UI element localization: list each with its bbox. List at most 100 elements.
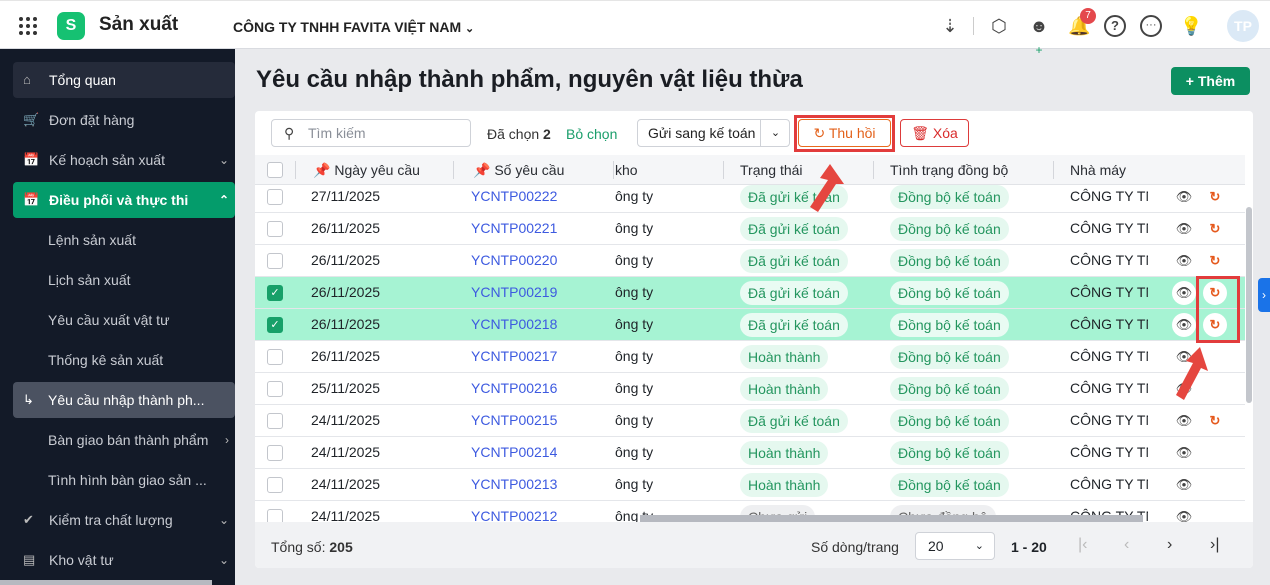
table-row[interactable]: 26/11/2025 YCNTP00217 ông ty Hoàn thành … bbox=[255, 341, 1245, 373]
row-checkbox[interactable] bbox=[267, 221, 283, 237]
table-row[interactable]: 24/11/2025 YCNTP00214 ông ty Hoàn thành … bbox=[255, 437, 1245, 469]
column-header-warehouse[interactable]: kho bbox=[615, 162, 638, 178]
view-icon[interactable]: 👁 bbox=[1172, 441, 1196, 465]
next-page-icon[interactable]: › bbox=[1167, 536, 1172, 554]
revoke-icon[interactable]: ↻ bbox=[1203, 217, 1227, 241]
sidebar-item-material-issue[interactable]: Yêu cầu xuất vật tư bbox=[13, 302, 235, 338]
request-code-link[interactable]: YCNTP00219 bbox=[471, 277, 557, 308]
table-row[interactable]: 24/11/2025 YCNTP00213 ông ty Hoàn thành … bbox=[255, 469, 1245, 501]
column-header-status[interactable]: Trạng thái bbox=[740, 162, 803, 178]
table-row[interactable]: 27/11/2025 YCNTP00222 ông ty Đã gửi kế t… bbox=[255, 185, 1245, 213]
view-icon[interactable]: 👁 bbox=[1172, 409, 1196, 433]
view-icon[interactable]: 👁 bbox=[1172, 473, 1196, 497]
sidebar-item-semi-finished-handover[interactable]: Bàn giao bán thành phẩm › bbox=[13, 422, 235, 458]
sync-badge: Đồng bộ kế toán bbox=[890, 473, 1009, 497]
request-code-link[interactable]: YCNTP00217 bbox=[471, 341, 557, 372]
select-all-checkbox[interactable] bbox=[267, 162, 283, 178]
row-checkbox[interactable] bbox=[267, 253, 283, 269]
sidebar-item-material-warehouse[interactable]: ▤ Kho vật tư ⌄ bbox=[13, 542, 235, 578]
sidebar-item-finished-goods-request[interactable]: ↳ Yêu cầu nhập thành ph... bbox=[13, 382, 235, 418]
view-icon[interactable]: 👁 bbox=[1172, 281, 1196, 305]
request-code-link[interactable]: YCNTP00220 bbox=[471, 245, 557, 276]
sidebar-item-coordination[interactable]: 📅 Điều phối và thực thi ⌃ bbox=[13, 182, 235, 218]
sidebar-item-production-plan[interactable]: 📅 Kế hoạch sản xuất ⌄ bbox=[13, 142, 235, 178]
request-code-link[interactable]: YCNTP00222 bbox=[471, 185, 557, 212]
add-button[interactable]: + Thêm bbox=[1171, 67, 1250, 95]
row-checkbox[interactable] bbox=[267, 413, 283, 429]
view-icon[interactable]: 👁 bbox=[1172, 185, 1196, 209]
expand-panel-button[interactable]: › bbox=[1258, 278, 1270, 312]
add-user-icon[interactable]: ☻+ bbox=[1028, 15, 1050, 57]
row-checkbox[interactable] bbox=[267, 349, 283, 365]
notification-badge: 7 bbox=[1080, 8, 1096, 24]
delete-button[interactable]: 🗑 Xóa bbox=[900, 119, 969, 147]
view-icon[interactable]: 👁 bbox=[1172, 345, 1196, 369]
avatar[interactable]: TP bbox=[1227, 10, 1259, 42]
request-code-link[interactable]: YCNTP00212 bbox=[471, 501, 557, 522]
download-icon[interactable]: ⇣ bbox=[939, 15, 961, 37]
send-to-accounting-button[interactable]: Gửi sang kế toán ⌄ bbox=[637, 119, 790, 147]
last-page-icon[interactable]: ›| bbox=[1210, 536, 1219, 554]
row-checkbox[interactable] bbox=[267, 381, 283, 397]
revoke-icon[interactable]: ↻ bbox=[1203, 185, 1227, 209]
company-selector[interactable]: CÔNG TY TNHH FAVITA VIỆT NAM ⌄ bbox=[233, 19, 474, 35]
sidebar-item-production-order[interactable]: Lệnh sản xuất bbox=[13, 222, 235, 258]
unselect-link[interactable]: Bỏ chọn bbox=[566, 126, 617, 142]
more-icon[interactable]: ··· bbox=[1140, 15, 1162, 37]
vertical-scrollbar[interactable] bbox=[1246, 207, 1252, 403]
table-card: ⚲ Tìm kiếm Đã chọn 2 Bỏ chọn Gửi sang kế … bbox=[255, 111, 1253, 568]
request-code-link[interactable]: YCNTP00214 bbox=[471, 437, 557, 468]
view-icon[interactable]: 👁 bbox=[1172, 377, 1196, 401]
view-icon[interactable]: 👁 bbox=[1172, 249, 1196, 273]
sidebar-item-handover-status[interactable]: Tình hình bàn giao sản ... bbox=[13, 462, 235, 498]
warehouse: ông ty bbox=[615, 252, 654, 268]
revoke-icon[interactable]: ↻ bbox=[1203, 409, 1227, 433]
request-code-link[interactable]: YCNTP00215 bbox=[471, 405, 557, 436]
request-code-link[interactable]: YCNTP00218 bbox=[471, 309, 557, 340]
sidebar-item-orders[interactable]: 🛒 Đơn đặt hàng bbox=[13, 102, 235, 138]
view-icon[interactable]: 👁 bbox=[1172, 313, 1196, 337]
row-checkbox[interactable]: ✓ bbox=[267, 317, 283, 333]
table-row[interactable]: 26/11/2025 YCNTP00220 ông ty Đã gửi kế t… bbox=[255, 245, 1245, 277]
row-checkbox[interactable] bbox=[267, 189, 283, 205]
revoke-icon[interactable]: ↻ bbox=[1203, 249, 1227, 273]
lightbulb-icon[interactable]: 💡 bbox=[1180, 15, 1202, 37]
request-code-link[interactable]: YCNTP00213 bbox=[471, 469, 557, 500]
column-header-date[interactable]: 📌 Ngày yêu cầu bbox=[313, 162, 420, 179]
row-checkbox[interactable] bbox=[267, 445, 283, 461]
sidebar-item-overview[interactable]: ⌂ Tổng quan bbox=[13, 62, 235, 98]
sidebar-item-quality-check[interactable]: ✔ Kiểm tra chất lượng ⌄ bbox=[13, 502, 235, 538]
request-date: 25/11/2025 bbox=[311, 380, 381, 396]
row-checkbox[interactable]: ✓ bbox=[267, 285, 283, 301]
row-checkbox[interactable] bbox=[267, 509, 283, 522]
column-header-factory[interactable]: Nhà máy bbox=[1070, 162, 1126, 178]
search-input[interactable]: ⚲ Tìm kiếm bbox=[271, 119, 471, 147]
home-icon: ⌂ bbox=[23, 72, 31, 87]
status-badge: Hoàn thành bbox=[740, 377, 829, 401]
sidebar-item-production-schedule[interactable]: Lịch sản xuất bbox=[13, 262, 235, 298]
view-icon[interactable]: 👁 bbox=[1172, 505, 1196, 522]
revoke-icon[interactable]: ↻ bbox=[1203, 313, 1227, 337]
rows-per-page-select[interactable]: 20 ⌄ bbox=[915, 532, 995, 560]
column-header-code[interactable]: 📌 Số yêu cầu bbox=[473, 162, 564, 179]
table-row[interactable]: 24/11/2025 YCNTP00215 ông ty Đã gửi kế t… bbox=[255, 405, 1245, 437]
prev-page-icon[interactable]: ‹ bbox=[1124, 536, 1129, 554]
request-code-link[interactable]: YCNTP00221 bbox=[471, 213, 557, 244]
first-page-icon[interactable]: |‹ bbox=[1078, 536, 1087, 554]
sidebar-item-production-stats[interactable]: Thống kê sản xuất bbox=[13, 342, 235, 378]
app-grid-icon[interactable] bbox=[19, 17, 37, 35]
table-row[interactable]: 25/11/2025 YCNTP00216 ông ty Hoàn thành … bbox=[255, 373, 1245, 405]
table-row[interactable]: ✓ 26/11/2025 YCNTP00218 ông ty Đã gửi kế… bbox=[255, 309, 1245, 341]
request-code-link[interactable]: YCNTP00216 bbox=[471, 373, 557, 404]
row-checkbox[interactable] bbox=[267, 477, 283, 493]
chevron-down-icon[interactable]: ⌄ bbox=[760, 120, 790, 146]
table-row[interactable]: ✓ 26/11/2025 YCNTP00219 ông ty Đã gửi kế… bbox=[255, 277, 1245, 309]
view-icon[interactable]: 👁 bbox=[1172, 217, 1196, 241]
package-icon[interactable]: ⬡ bbox=[988, 15, 1010, 37]
revoke-icon[interactable]: ↻ bbox=[1203, 281, 1227, 305]
revoke-button[interactable]: ↻ Thu hồi bbox=[798, 119, 891, 147]
column-header-sync[interactable]: Tình trạng đồng bộ bbox=[890, 162, 1008, 178]
table-row[interactable]: 26/11/2025 YCNTP00221 ông ty Đã gửi kế t… bbox=[255, 213, 1245, 245]
sidebar-scrollbar[interactable] bbox=[0, 580, 212, 585]
help-icon[interactable]: ? bbox=[1104, 15, 1126, 37]
